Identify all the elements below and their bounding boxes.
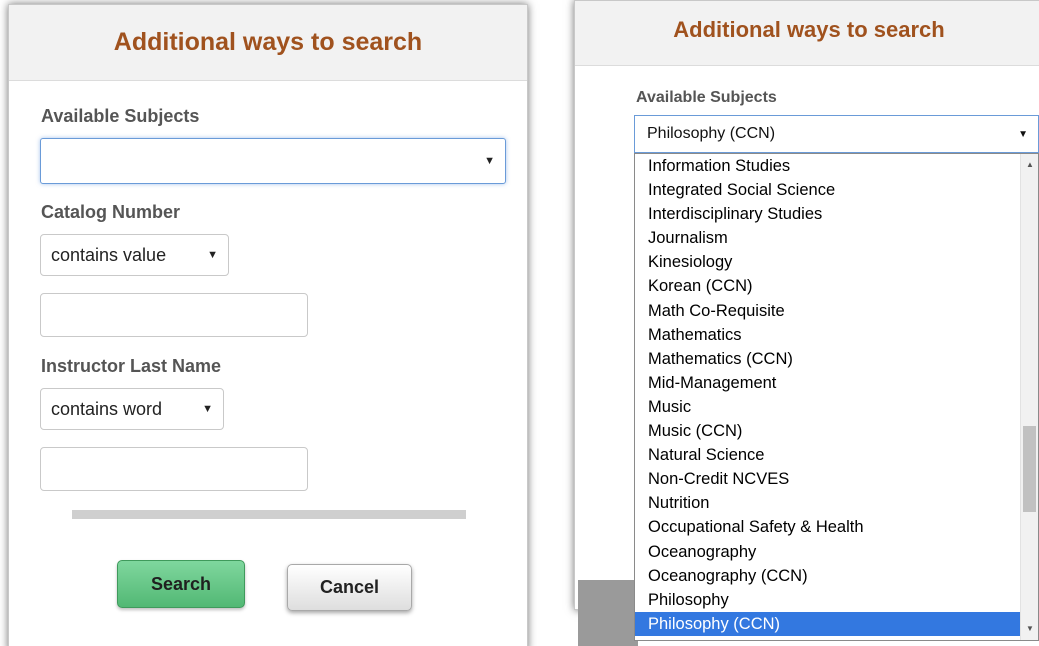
dropdown-option[interactable]: Non-Credit NCVES xyxy=(635,467,1038,491)
scroll-down-icon[interactable]: ▼ xyxy=(1021,621,1038,637)
dropdown-scrollbar[interactable]: ▲ ▼ xyxy=(1020,154,1038,640)
instructor-last-name-input[interactable] xyxy=(40,447,308,491)
dropdown-option[interactable]: Oceanography (CCN) xyxy=(635,564,1038,588)
dialog-header: Additional ways to search xyxy=(9,5,527,81)
scroll-thumb[interactable] xyxy=(1023,426,1036,512)
catalog-number-input[interactable] xyxy=(40,293,308,337)
chevron-down-icon: ▼ xyxy=(484,155,495,167)
dropdown-option[interactable]: Mathematics (CCN) xyxy=(635,347,1038,371)
instructor-operator-value: contains word xyxy=(51,398,163,419)
dropdown-option[interactable]: Korean (CCN) xyxy=(635,274,1038,298)
dropdown-option[interactable]: Philosophy (CCN) xyxy=(635,611,1038,636)
search-button[interactable]: Search xyxy=(117,560,245,608)
dropdown-option[interactable]: Interdisciplinary Studies xyxy=(635,202,1038,226)
dropdown-option[interactable]: Math Co-Requisite xyxy=(635,299,1038,323)
dropdown-option[interactable]: Nutrition xyxy=(635,491,1038,515)
divider xyxy=(72,510,466,519)
search-dialog-left: Additional ways to search Available Subj… xyxy=(8,4,528,646)
chevron-down-icon: ▼ xyxy=(207,249,218,261)
dropdown-option[interactable]: Music xyxy=(635,395,1038,419)
dropdown-option[interactable]: Integrated Social Science xyxy=(635,178,1038,202)
cancel-button[interactable]: Cancel xyxy=(287,564,412,611)
scroll-up-icon[interactable]: ▲ xyxy=(1021,157,1038,173)
available-subjects-select[interactable]: Philosophy (CCN) ▼ xyxy=(634,115,1039,153)
available-subjects-label: Available Subjects xyxy=(636,89,777,106)
dropdown-option[interactable]: Oceanography xyxy=(635,540,1038,564)
dropdown-option[interactable]: Natural Science xyxy=(635,443,1038,467)
dropdown-option[interactable]: Information Studies xyxy=(635,154,1038,178)
chevron-down-icon: ▼ xyxy=(1018,128,1028,140)
catalog-operator-select[interactable]: contains value ▼ xyxy=(40,234,229,276)
available-subjects-select[interactable]: ▼ xyxy=(40,138,506,184)
instructor-operator-select[interactable]: contains word ▼ xyxy=(40,388,224,430)
dialog-title: Additional ways to search xyxy=(113,28,423,56)
dialog-header: Additional ways to search xyxy=(575,1,1039,66)
selected-subject-value: Philosophy (CCN) xyxy=(647,125,776,142)
dropdown-option[interactable]: Kinesiology xyxy=(635,250,1038,274)
dropdown-option[interactable]: Mid-Management xyxy=(635,371,1038,395)
dropdown-option[interactable]: Occupational Safety & Health xyxy=(635,515,1038,539)
subjects-dropdown-list: Information Studies Integrated Social Sci… xyxy=(634,153,1039,641)
dropdown-option[interactable]: Mathematics xyxy=(635,323,1038,347)
chevron-down-icon: ▼ xyxy=(202,403,213,415)
background-overlay xyxy=(578,580,638,646)
catalog-operator-value: contains value xyxy=(51,244,167,265)
dropdown-option[interactable]: Philosophy xyxy=(635,588,1038,612)
instructor-last-name-label: Instructor Last Name xyxy=(41,356,222,376)
dropdown-option[interactable]: Journalism xyxy=(635,226,1038,250)
available-subjects-label: Available Subjects xyxy=(41,106,200,126)
dropdown-option[interactable]: Music (CCN) xyxy=(635,419,1038,443)
dialog-title: Additional ways to search xyxy=(673,17,945,42)
catalog-number-label: Catalog Number xyxy=(41,202,181,222)
